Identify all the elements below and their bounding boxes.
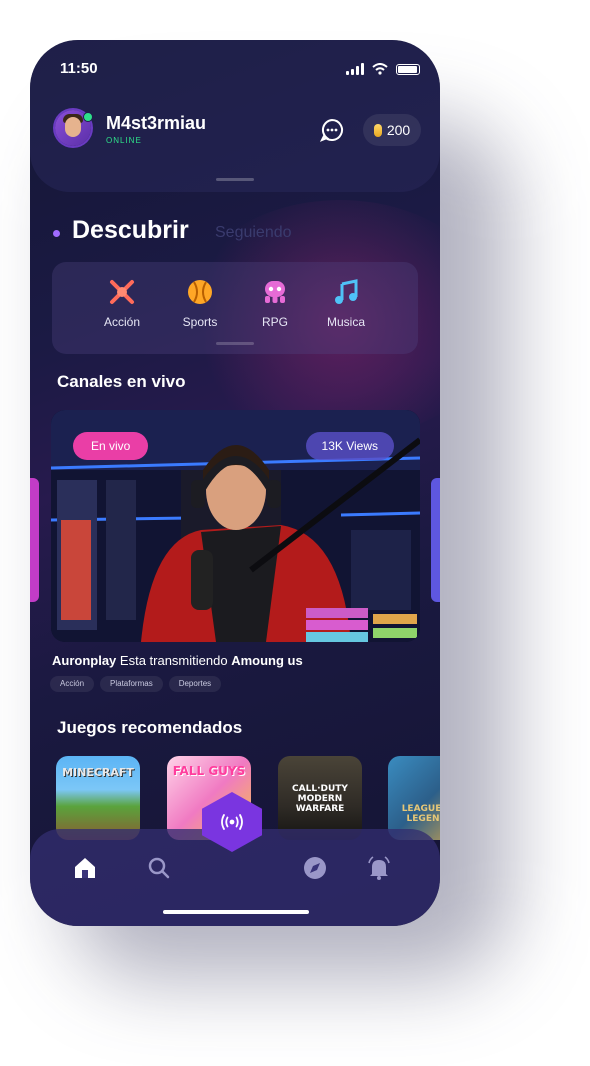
live-badge: En vivo [73,432,149,460]
broadcast-icon [221,814,243,830]
category-label: Acción [103,315,141,329]
streamer-name: Auronplay [52,653,117,668]
battery-icon [396,63,420,75]
game-title: CALL·DUTY MODERN WARFARE [292,784,348,814]
game-title: FALL GUYS [172,764,246,778]
category-musica[interactable]: Musica [311,278,381,329]
game-title: LEAGUE OF LEGENDS [401,804,440,824]
coin-amount: 200 [386,122,411,138]
tag-chip[interactable]: Plataformas [100,676,163,692]
online-status: ONLINE [106,136,142,145]
stream-game-name: Amoung us [231,653,303,668]
status-time: 11:50 [60,60,98,77]
game-card-call-of-duty[interactable]: CALL·DUTY MODERN WARFARE [278,756,362,840]
tab-seguiendo[interactable]: Seguiendo [215,224,292,242]
stream-caption[interactable]: Auronplay Esta transmitiendo Amoung us [52,653,303,668]
game-title: MINECRAFT [62,766,134,779]
live-section-title: Canales en vivo [57,372,186,391]
coin-icon [373,123,382,137]
next-stream-peek[interactable] [431,478,440,602]
live-stream-card[interactable]: En vivo 13K Views [51,410,420,642]
coin-balance[interactable]: 200 [363,114,421,146]
stream-caption-text: Esta transmitiendo [116,653,232,668]
games-section-title: Juegos recomendados [57,718,243,737]
previous-stream-peek[interactable] [30,478,39,602]
swords-icon [110,280,134,304]
home-icon[interactable] [72,855,98,881]
categories-handle[interactable] [216,342,254,345]
wifi-icon [372,63,388,75]
views-badge: 13K Views [305,432,394,460]
status-bar: 11:50 [60,60,420,80]
category-rpg[interactable]: RPG [240,278,310,329]
category-accion[interactable]: Acción [87,278,157,329]
ball-icon [188,280,212,304]
compass-icon[interactable] [302,855,328,881]
categories-panel: Acción Sports RPG Musica [52,262,418,354]
music-note-icon [335,279,358,304]
search-icon[interactable] [146,855,172,881]
category-label: Musica [326,315,365,329]
category-label: Sports [182,315,218,329]
game-card-minecraft[interactable]: MINECRAFT [56,756,140,840]
header-handle[interactable] [216,178,254,181]
stream-tags: Acción Plataformas Deportes [50,676,222,692]
bell-icon[interactable] [366,855,392,881]
username: M4st3rmiau [106,113,207,133]
signal-icon [346,63,364,75]
game-card-league-of-legends[interactable]: LEAGUE OF LEGENDS [388,756,440,840]
home-indicator[interactable] [163,910,309,914]
tab-descubrir[interactable]: Descubrir [72,216,189,245]
chat-icon[interactable] [320,118,344,142]
monster-icon [265,281,285,303]
category-label: RPG [261,315,288,329]
category-sports[interactable]: Sports [165,278,235,329]
tag-chip[interactable]: Deportes [168,676,222,692]
online-indicator [83,112,93,122]
tag-chip[interactable]: Acción [50,676,95,692]
active-tab-dot [53,230,60,237]
phone-screen: 11:50 M4st3rmiau ONLINE 200 Descubrir Se… [30,40,440,926]
